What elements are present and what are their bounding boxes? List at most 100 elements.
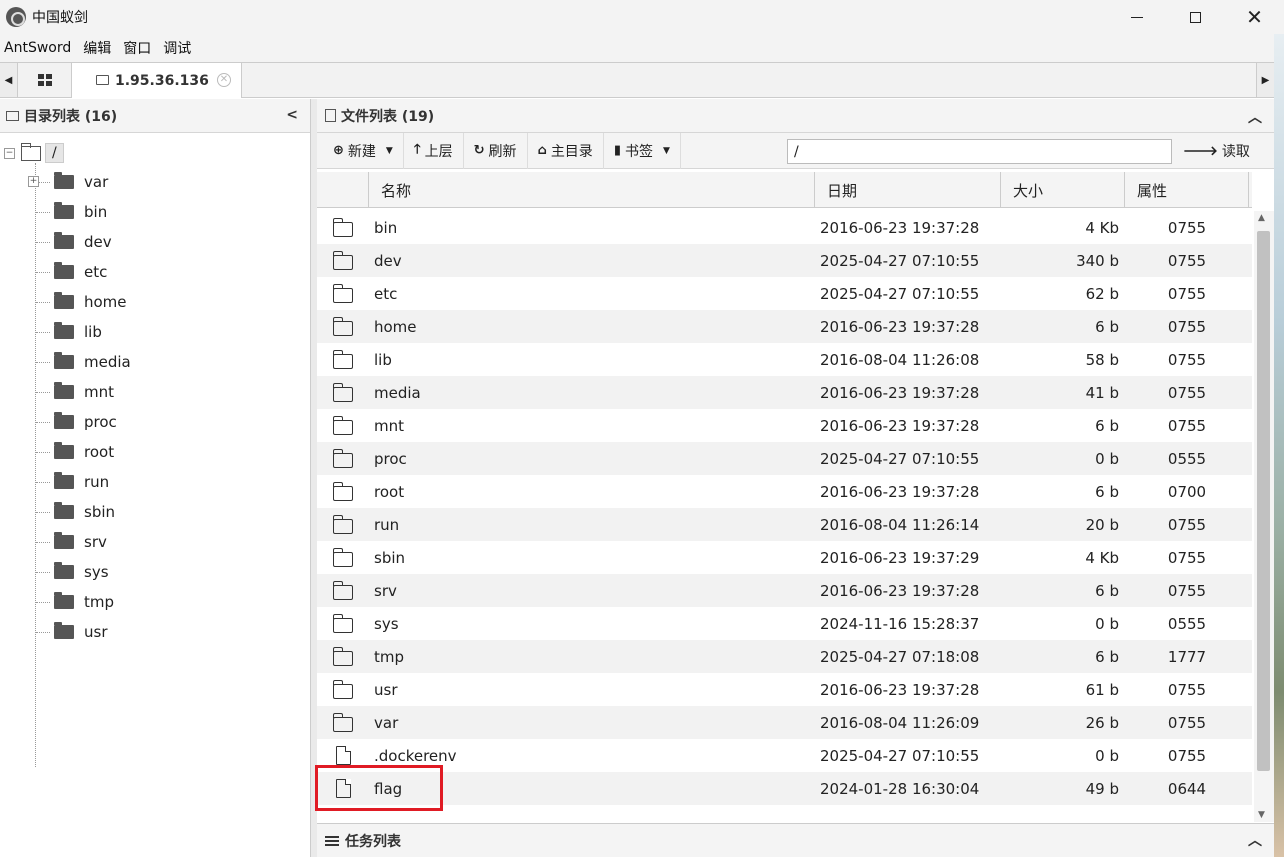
tree-item-bin[interactable]: bin [28, 197, 107, 227]
tree-root[interactable]: − / [4, 141, 64, 165]
tree-item-sys[interactable]: sys [28, 557, 109, 587]
cell-attr: 0755 [1167, 746, 1207, 765]
table-row[interactable]: proc 2025-04-27 07:10:55 0 b 0555 [317, 442, 1252, 475]
close-button[interactable]: ✕ [1225, 0, 1284, 34]
tree-item-label: proc [84, 413, 117, 431]
table-row[interactable]: root 2016-06-23 19:37:28 6 b 0700 [317, 475, 1252, 508]
tree-item-var[interactable]: + var [28, 167, 108, 197]
tree-item-mnt[interactable]: mnt [28, 377, 114, 407]
bookmark-button[interactable]: ▮ 书签 ▼ [604, 132, 681, 169]
menu-bar: AntSword 编辑 窗口 调试 [0, 34, 1284, 62]
path-input[interactable] [787, 139, 1172, 164]
collapse-up-icon[interactable]: ︿ [1248, 107, 1262, 127]
cell-size: 61 b [1085, 680, 1119, 699]
column-header-name[interactable]: 名称 [369, 172, 815, 208]
table-row[interactable]: flag 2024-01-28 16:30:04 49 b 0644 [317, 772, 1252, 805]
arrow-right-icon: 🡒 [1183, 144, 1218, 159]
scroll-down-icon[interactable]: ▼ [1258, 810, 1265, 820]
tree-item-etc[interactable]: etc [28, 257, 107, 287]
refresh-button[interactable]: ↻ 刷新 [464, 132, 528, 169]
minimize-icon [1130, 16, 1143, 18]
cell-size: 0 b [1095, 746, 1119, 765]
column-header-date[interactable]: 日期 [815, 172, 1001, 208]
folder-icon [54, 622, 74, 639]
folder-icon [332, 283, 353, 303]
tree-item-proc[interactable]: proc [28, 407, 117, 437]
tree-item-label: root [84, 443, 115, 461]
tree-item-usr[interactable]: usr [28, 617, 108, 647]
scroll-up-icon[interactable]: ▲ [1258, 213, 1265, 223]
chevron-down-icon: ▼ [385, 145, 393, 156]
menu-antsword[interactable]: AntSword [0, 40, 79, 56]
table-row[interactable]: etc 2025-04-27 07:10:55 62 b 0755 [317, 277, 1252, 310]
table-row[interactable]: lib 2016-08-04 11:26:08 58 b 0755 [317, 343, 1252, 376]
tab-host[interactable]: 1.95.36.136 ✕ [72, 63, 242, 98]
cell-attr: 0755 [1167, 713, 1207, 732]
folder-icon [332, 250, 353, 270]
table-row[interactable]: sbin 2016-06-23 19:37:29 4 Kb 0755 [317, 541, 1252, 574]
cell-size: 41 b [1085, 383, 1119, 402]
cell-name: etc [374, 284, 398, 303]
table-row[interactable]: srv 2016-06-23 19:37:28 6 b 0755 [317, 574, 1252, 607]
tree-item-srv[interactable]: srv [28, 527, 107, 557]
expand-up-icon[interactable]: ︿ [1248, 830, 1262, 850]
expand-node-icon[interactable]: + [28, 176, 39, 187]
tree-item-dev[interactable]: dev [28, 227, 112, 257]
home-icon: ⌂ [537, 143, 547, 158]
menu-debug[interactable]: 调试 [159, 38, 199, 58]
table-row[interactable]: dev 2025-04-27 07:10:55 340 b 0755 [317, 244, 1252, 277]
home-button[interactable]: ⌂ 主目录 [528, 132, 604, 169]
cell-attr: 0755 [1167, 548, 1207, 567]
table-scrollbar[interactable]: ▲ ▼ [1254, 211, 1274, 822]
tab-close-icon[interactable]: ✕ [217, 73, 231, 87]
table-row[interactable]: mnt 2016-06-23 19:37:28 6 b 0755 [317, 409, 1252, 442]
tree-item-label: usr [84, 623, 108, 641]
minimize-button[interactable] [1107, 0, 1166, 34]
read-button[interactable]: 🡒 读取 [1183, 133, 1250, 169]
menu-edit[interactable]: 编辑 [79, 38, 119, 58]
cell-attr: 0555 [1167, 449, 1207, 468]
file-panel: 文件列表 (19) ︿ ⊕ 新建 ▼ 🡑 上层 ↻ 刷新 ⌂ 主目录 ▮ 书签 … [317, 99, 1274, 823]
column-header-attr[interactable]: 属性 [1125, 172, 1249, 208]
row-icon-cell [317, 250, 369, 270]
table-row[interactable]: tmp 2025-04-27 07:18:08 6 b 1777 [317, 640, 1252, 673]
new-button[interactable]: ⊕ 新建 ▼ [317, 132, 404, 169]
row-icon-cell [317, 349, 369, 369]
tab-scroll-left-button[interactable]: ◀ [0, 63, 18, 97]
folder-icon [54, 382, 74, 399]
tab-home[interactable] [18, 63, 72, 97]
table-row[interactable]: bin 2016-06-23 19:37:28 4 Kb 0755 [317, 211, 1252, 244]
menu-window[interactable]: 窗口 [119, 38, 159, 58]
column-header-size[interactable]: 大小 [1001, 172, 1125, 208]
tree-item-root[interactable]: root [28, 437, 114, 467]
tab-scroll-right-button[interactable]: ▶ [1256, 63, 1274, 97]
table-row[interactable]: run 2016-08-04 11:26:14 20 b 0755 [317, 508, 1252, 541]
tree-item-lib[interactable]: lib [28, 317, 102, 347]
table-row[interactable]: var 2016-08-04 11:26:09 26 b 0755 [317, 706, 1252, 739]
tree-item-media[interactable]: media [28, 347, 131, 377]
table-row[interactable]: media 2016-06-23 19:37:28 41 b 0755 [317, 376, 1252, 409]
table-row[interactable]: usr 2016-06-23 19:37:28 61 b 0755 [317, 673, 1252, 706]
tree-item-home[interactable]: home [28, 287, 127, 317]
collapse-left-icon[interactable]: < [286, 107, 298, 123]
tree-item-sbin[interactable]: sbin [28, 497, 115, 527]
table-row[interactable]: home 2016-06-23 19:37:28 6 b 0755 [317, 310, 1252, 343]
row-icon-cell [317, 613, 369, 633]
collapse-node-icon[interactable]: − [4, 147, 15, 159]
table-row[interactable]: sys 2024-11-16 15:28:37 0 b 0555 [317, 607, 1252, 640]
scroll-thumb[interactable] [1257, 231, 1270, 771]
cell-date: 2016-06-23 19:37:28 [820, 680, 980, 699]
tree-item-label: lib [84, 323, 102, 341]
cell-date: 2024-11-16 15:28:37 [820, 614, 980, 633]
row-icon-cell [317, 514, 369, 534]
table-row[interactable]: .dockerenv 2025-04-27 07:10:55 0 b 0755 [317, 739, 1252, 772]
tree-item-tmp[interactable]: tmp [28, 587, 114, 617]
cell-name: run [374, 515, 400, 534]
maximize-button[interactable] [1166, 0, 1225, 34]
tree-item-run[interactable]: run [28, 467, 109, 497]
folder-icon [54, 562, 74, 579]
cell-date: 2016-06-23 19:37:28 [820, 317, 980, 336]
up-button[interactable]: 🡑 上层 [404, 132, 464, 169]
cell-attr: 0755 [1167, 284, 1207, 303]
row-icon-cell [317, 415, 369, 435]
